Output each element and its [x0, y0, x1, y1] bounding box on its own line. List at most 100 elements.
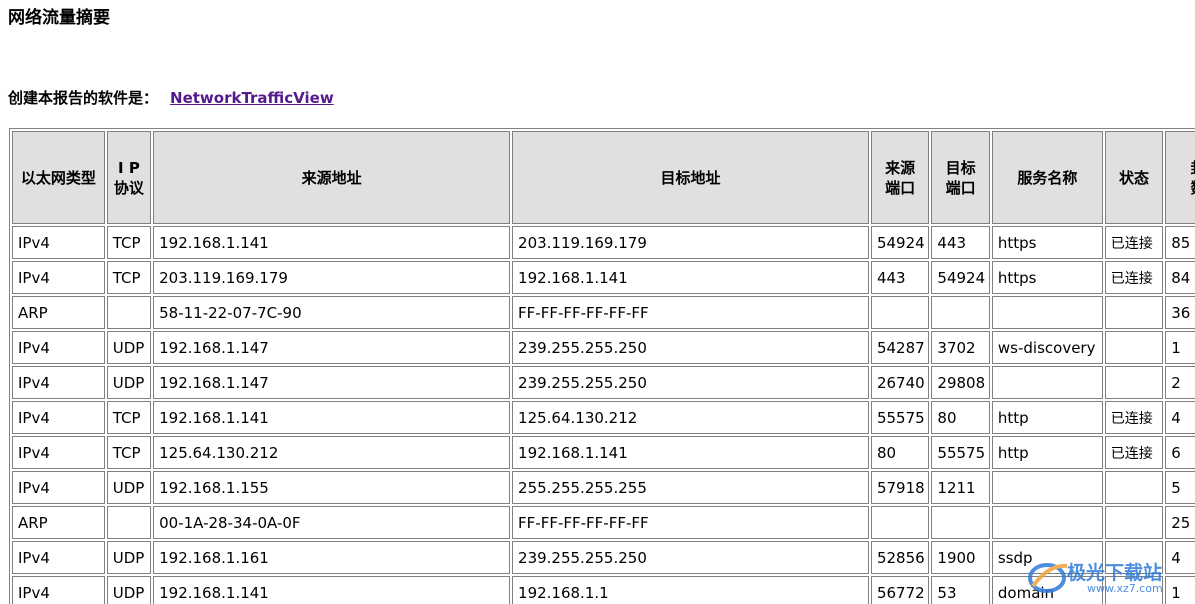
cell-packet-count: 6 [1165, 436, 1195, 469]
table-row: IPv4 UDP 192.168.1.155 255.255.255.255 57918… [12, 471, 1195, 504]
cell-status [1104, 576, 1164, 604]
cell-source-address: 00-1A-28-34-0A-0F [153, 506, 511, 539]
cell-source-port: 57918 [870, 471, 930, 504]
cell-source-address: 125.64.130.212 [153, 436, 511, 469]
cell-ethernet-type: ARP [12, 506, 105, 539]
cell-source-port: 56772 [870, 576, 930, 604]
cell-packet-count: 36 [1165, 296, 1195, 329]
created-by-label: 创建本报告的软件是： [8, 89, 159, 107]
created-by-line: 创建本报告的软件是： NetworkTrafficView [8, 87, 334, 108]
cell-ethernet-type: IPv4 [12, 226, 105, 259]
cell-source-port: 443 [870, 261, 930, 294]
table-row: IPv4 UDP 192.168.1.161 239.255.255.250 52856… [12, 541, 1195, 574]
cell-destination-address: 239.255.255.250 [512, 541, 869, 574]
cell-ip-protocol: TCP [106, 436, 152, 469]
cell-service-name [991, 471, 1103, 504]
column-header-ip-protocol[interactable]: I P 协议 [106, 131, 152, 224]
cell-source-address: 192.168.1.141 [153, 401, 511, 434]
cell-packet-count: 1 [1165, 331, 1195, 364]
cell-ip-protocol: UDP [106, 471, 152, 504]
column-header-packet-count[interactable]: 封包数量 [1165, 131, 1195, 224]
table-row: IPv4 TCP 192.168.1.141 125.64.130.212 55575 8… [12, 401, 1195, 434]
cell-source-address: 192.168.1.141 [153, 576, 511, 604]
cell-source-port [870, 506, 930, 539]
cell-packet-count: 1 [1165, 576, 1195, 604]
cell-source-address: 192.168.1.147 [153, 366, 511, 399]
cell-destination-port: 54924 [931, 261, 990, 294]
cell-destination-address: 192.168.1.141 [512, 261, 869, 294]
cell-ethernet-type: IPv4 [12, 471, 105, 504]
column-header-source-port[interactable]: 来源 端口 [870, 131, 930, 224]
cell-ip-protocol [106, 296, 152, 329]
cell-service-name: ssdp [991, 541, 1103, 574]
cell-service-name: ws-discovery [991, 331, 1103, 364]
cell-status: 已连接 [1104, 436, 1164, 469]
table-row: IPv4 UDP 192.168.1.141 192.168.1.1 56772 53 do… [12, 576, 1195, 604]
column-header-destination-port[interactable]: 目标 端口 [931, 131, 990, 224]
cell-ethernet-type: IPv4 [12, 261, 105, 294]
cell-service-name [991, 506, 1103, 539]
column-header-source-address[interactable]: 来源地址 [153, 131, 511, 224]
cell-source-port [870, 296, 930, 329]
cell-destination-port: 3702 [931, 331, 990, 364]
cell-status [1104, 366, 1164, 399]
cell-service-name: http [991, 401, 1103, 434]
cell-ethernet-type: IPv4 [12, 576, 105, 604]
table-header-row: 以太网类型I P协议来源地址目标地址来源端口目标端口服务名称状态封包数量 [12, 131, 1195, 224]
cell-destination-port: 1211 [931, 471, 990, 504]
cell-status: 已连接 [1104, 261, 1164, 294]
cell-destination-port: 53 [931, 576, 990, 604]
cell-source-port: 55575 [870, 401, 930, 434]
cell-destination-address: 255.255.255.255 [512, 471, 869, 504]
column-header-ethernet-type[interactable]: 以太网类型 [12, 131, 105, 224]
cell-status [1104, 296, 1164, 329]
column-header-service-name[interactable]: 服务名称 [991, 131, 1103, 224]
software-link[interactable]: NetworkTrafficView [170, 89, 334, 107]
table-row: IPv4 UDP 192.168.1.147 239.255.255.250 26740… [12, 366, 1195, 399]
cell-ip-protocol [106, 506, 152, 539]
table-row: IPv4 TCP 125.64.130.212 192.168.1.141 80 5557… [12, 436, 1195, 469]
cell-source-address: 58-11-22-07-7C-90 [153, 296, 511, 329]
cell-destination-port: 55575 [931, 436, 990, 469]
cell-ip-protocol: TCP [106, 226, 152, 259]
cell-status [1104, 541, 1164, 574]
cell-ethernet-type: IPv4 [12, 401, 105, 434]
cell-status: 已连接 [1104, 401, 1164, 434]
cell-packet-count: 4 [1165, 401, 1195, 434]
cell-destination-address: 192.168.1.141 [512, 436, 869, 469]
column-header-status[interactable]: 状态 [1104, 131, 1164, 224]
cell-destination-address: FF-FF-FF-FF-FF-FF [512, 296, 869, 329]
cell-status [1104, 506, 1164, 539]
cell-packet-count: 85 [1165, 226, 1195, 259]
cell-packet-count: 25 [1165, 506, 1195, 539]
cell-packet-count: 4 [1165, 541, 1195, 574]
cell-source-port: 80 [870, 436, 930, 469]
cell-packet-count: 84 [1165, 261, 1195, 294]
cell-ip-protocol: UDP [106, 331, 152, 364]
column-header-destination-address[interactable]: 目标地址 [512, 131, 869, 224]
table-row: IPv4 UDP 192.168.1.147 239.255.255.250 54287… [12, 331, 1195, 364]
table-row: ARP 58-11-22-07-7C-90 FF-FF-FF-FF-FF-FF 36 [12, 296, 1195, 329]
cell-source-port: 54287 [870, 331, 930, 364]
cell-destination-port [931, 506, 990, 539]
cell-source-address: 192.168.1.147 [153, 331, 511, 364]
page-title: 网络流量摘要 [8, 8, 110, 28]
cell-service-name [991, 366, 1103, 399]
cell-source-address: 192.168.1.141 [153, 226, 511, 259]
cell-source-port: 52856 [870, 541, 930, 574]
traffic-table-container[interactable]: 以太网类型I P协议来源地址目标地址来源端口目标端口服务名称状态封包数量 IPv… [9, 128, 1195, 604]
cell-source-port: 54924 [870, 226, 930, 259]
cell-ip-protocol: UDP [106, 541, 152, 574]
cell-ethernet-type: IPv4 [12, 366, 105, 399]
cell-status: 已连接 [1104, 226, 1164, 259]
cell-destination-port [931, 296, 990, 329]
cell-service-name: https [991, 261, 1103, 294]
cell-destination-address: 125.64.130.212 [512, 401, 869, 434]
cell-service-name [991, 296, 1103, 329]
cell-ethernet-type: ARP [12, 296, 105, 329]
cell-ip-protocol: UDP [106, 366, 152, 399]
cell-service-name: https [991, 226, 1103, 259]
table-body: IPv4 TCP 192.168.1.141 203.119.169.179 54924… [12, 226, 1195, 604]
cell-destination-port: 1900 [931, 541, 990, 574]
cell-destination-address: FF-FF-FF-FF-FF-FF [512, 506, 869, 539]
